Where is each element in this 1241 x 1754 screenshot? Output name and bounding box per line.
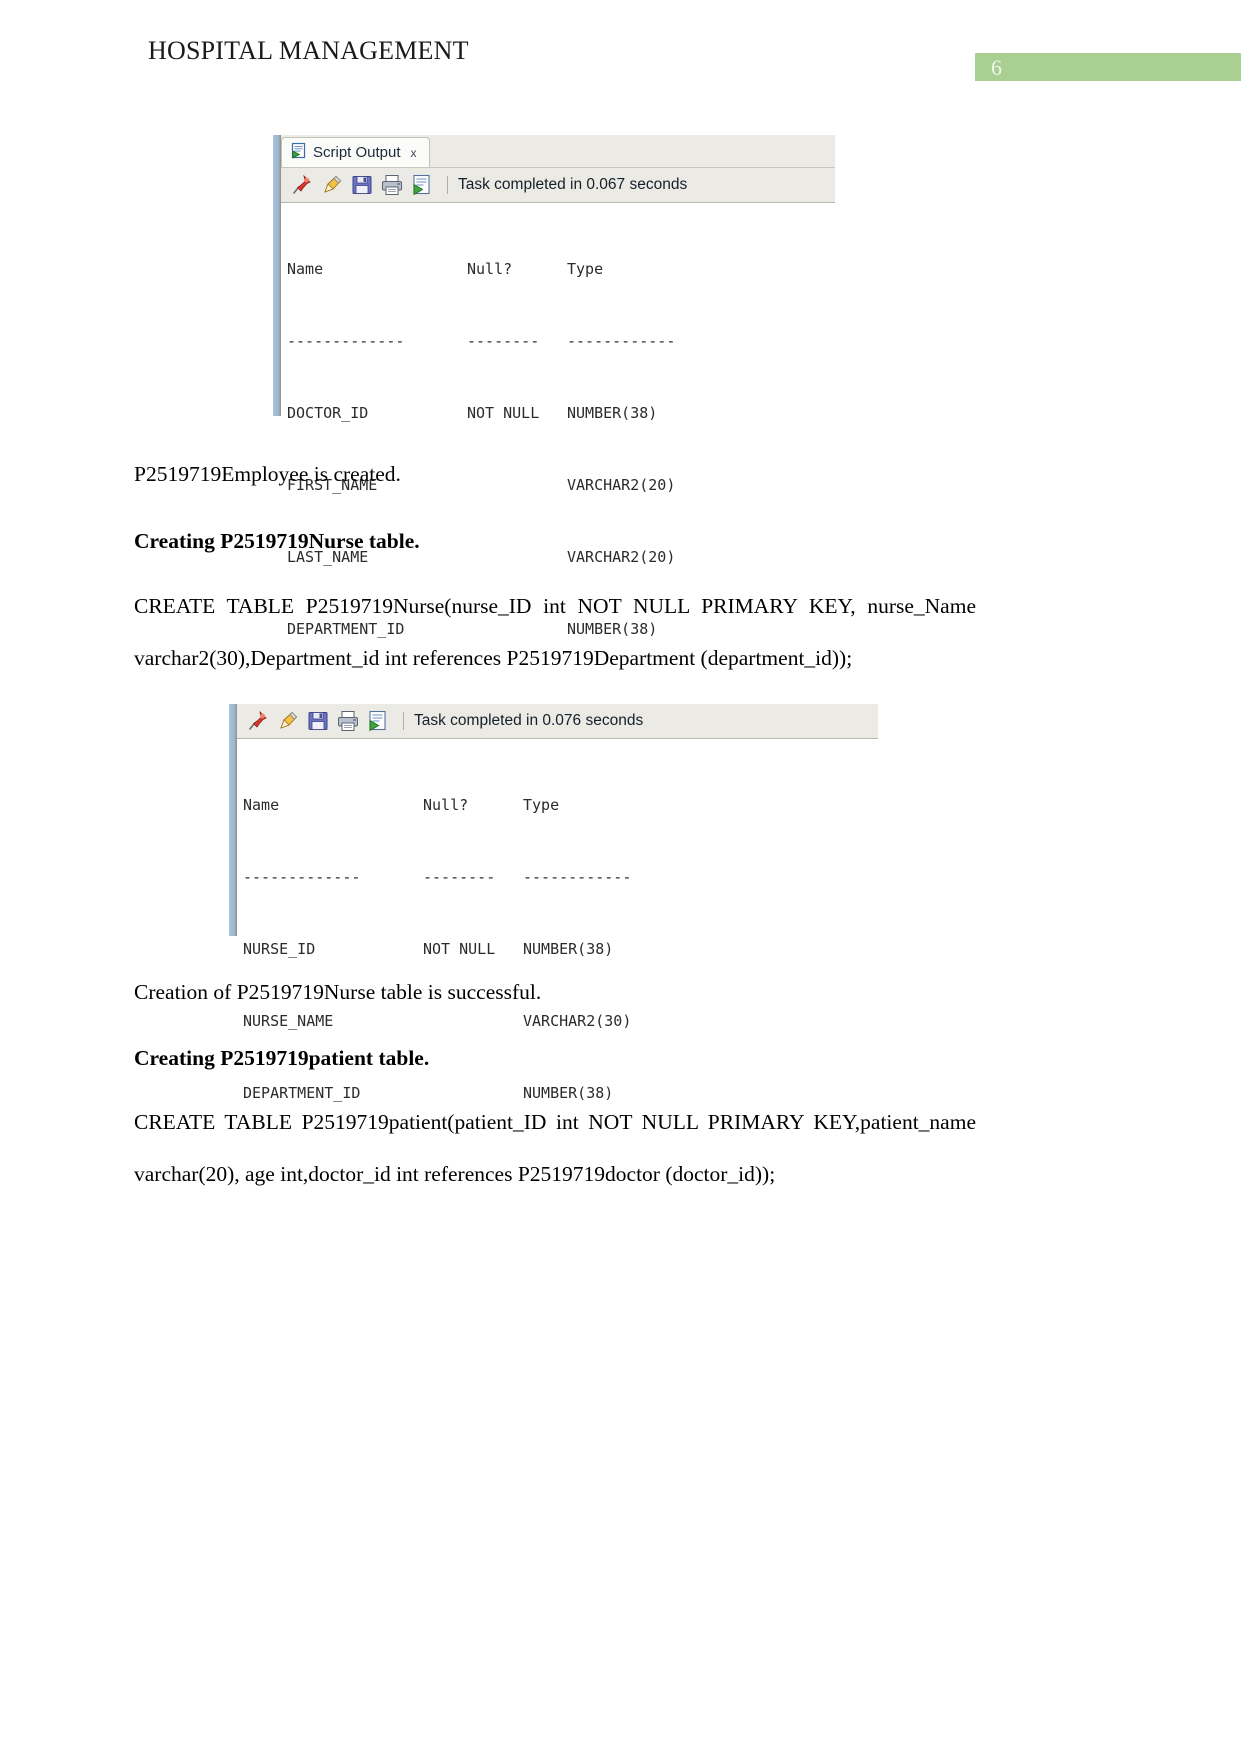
output-header-row: Name Null? Type: [287, 257, 835, 281]
script-output-panel-nurse: Task completed in 0.076 seconds Name Null…: [228, 704, 878, 1153]
table-row: DOCTOR_ID NOT NULL NUMBER(38): [287, 401, 835, 425]
task-status-text: Task completed in 0.076 seconds: [414, 712, 644, 729]
paragraph-nurse-success: Creation of P2519719Nurse table is succe…: [134, 980, 542, 1004]
tab-script-output[interactable]: Script Output x: [281, 137, 430, 167]
cell-name: NURSE_ID: [243, 940, 316, 958]
script-run-icon[interactable]: [365, 708, 391, 734]
script-output-text: Name Null? Type ------------- -------- -----…: [237, 739, 878, 1153]
column-header-type: Type: [567, 260, 604, 278]
script-output-icon: [290, 142, 307, 164]
eraser-icon[interactable]: [275, 708, 301, 734]
panel-left-edge-bar: [272, 135, 281, 416]
task-status-text: Task completed in 0.067 seconds: [458, 176, 688, 193]
panel-toolbar: Task completed in 0.067 seconds: [281, 168, 835, 203]
panel-inner: Task completed in 0.076 seconds Name Null…: [237, 704, 878, 1153]
page-number-badge: 6: [975, 53, 1241, 81]
page-title: HOSPITAL MANAGEMENT: [148, 36, 469, 65]
toolbar-separator: [403, 712, 404, 730]
cell-type: NUMBER(38): [567, 404, 658, 422]
close-icon[interactable]: x: [411, 147, 417, 159]
column-header-null: Null?: [423, 796, 469, 814]
output-rule-row: ------------- -------- ------------: [287, 329, 835, 353]
rule-type: ------------: [523, 868, 632, 886]
script-run-icon[interactable]: [409, 172, 435, 198]
panel-left-edge-bar: [228, 704, 237, 936]
tab-label: Script Output: [313, 144, 401, 161]
save-icon[interactable]: [305, 708, 331, 734]
paragraph-employee-created: P2519719Employee is created.: [134, 462, 401, 486]
heading-creating-nurse: Creating P2519719Nurse table.: [134, 529, 420, 553]
panel-toolbar: Task completed in 0.076 seconds: [237, 704, 878, 739]
eraser-icon[interactable]: [319, 172, 345, 198]
rule-type: ------------: [567, 332, 676, 350]
column-header-type: Type: [523, 796, 560, 814]
table-row: NURSE_ID NOT NULL NUMBER(38): [243, 937, 878, 961]
output-rule-row: ------------- -------- ------------: [243, 865, 878, 889]
column-header-name: Name: [287, 260, 324, 278]
pin-icon[interactable]: [245, 708, 271, 734]
save-icon[interactable]: [349, 172, 375, 198]
page-number: 6: [991, 55, 1002, 80]
cell-name: DOCTOR_ID: [287, 404, 369, 422]
page-header: HOSPITAL MANAGEMENT 6: [0, 0, 1241, 100]
heading-creating-patient: Creating P2519719patient table.: [134, 1046, 430, 1070]
cell-null: NOT NULL: [467, 404, 540, 422]
cell-null: NOT NULL: [423, 940, 496, 958]
script-output-panel-doctor: Script Output x Task completed in 0.067 …: [272, 135, 835, 689]
rule-null: --------: [423, 868, 496, 886]
tab-strip: Script Output x: [281, 135, 835, 168]
column-header-name: Name: [243, 796, 280, 814]
column-header-null: Null?: [467, 260, 513, 278]
rule-null: --------: [467, 332, 540, 350]
rule-name: -------------: [243, 868, 361, 886]
pin-icon[interactable]: [289, 172, 315, 198]
sql-statement-nurse: CREATE TABLE P2519719Nurse(nurse_ID int …: [134, 594, 976, 670]
print-icon[interactable]: [335, 708, 361, 734]
toolbar-separator: [447, 176, 448, 194]
print-icon[interactable]: [379, 172, 405, 198]
output-header-row: Name Null? Type: [243, 793, 878, 817]
cell-type: NUMBER(38): [523, 940, 614, 958]
rule-name: -------------: [287, 332, 405, 350]
sql-statement-patient: CREATE TABLE P2519719patient(patient_ID …: [134, 1110, 976, 1186]
panel-inner: Script Output x Task completed in 0.067 …: [281, 135, 835, 689]
